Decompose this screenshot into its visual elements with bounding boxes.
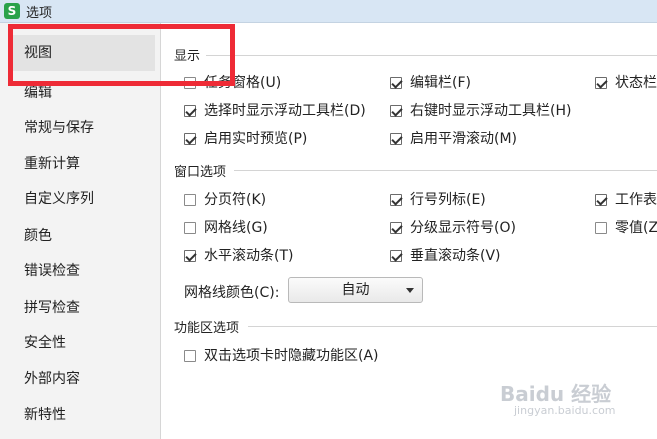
option-task-pane[interactable]: 任务窗格(U) (184, 72, 281, 92)
option-vertical-scrollbar[interactable]: 垂直滚动条(V) (390, 245, 501, 265)
sidebar-item-general-save[interactable]: 常规与保存 (0, 110, 160, 146)
option-smooth-scroll[interactable]: 启用平滑滚动(M) (390, 128, 517, 148)
zero-values-checkbox[interactable] (595, 222, 607, 234)
sidebar-item-new-features[interactable]: 新特性 (0, 397, 160, 433)
option-outline-symbols[interactable]: 分级显示符号(O) (390, 217, 516, 237)
option-float-toolbar-select[interactable]: 选择时显示浮动工具栏(D) (184, 100, 366, 120)
sidebar-item-edit[interactable]: 编辑 (0, 75, 160, 111)
status-bar-checkbox[interactable] (595, 77, 607, 89)
option-sheet-tabs[interactable]: 工作表 (595, 189, 657, 209)
option-page-breaks[interactable]: 分页符(K) (184, 189, 266, 209)
vertical-scrollbar-checkbox[interactable] (390, 250, 402, 262)
page-breaks-checkbox[interactable] (184, 194, 196, 206)
gridlines-checkbox[interactable] (184, 222, 196, 234)
sidebar-item-error-checking[interactable]: 错误检查 (0, 253, 160, 289)
sidebar-item-custom-lists[interactable]: 自定义序列 (0, 181, 160, 217)
ribbon-group-title: 功能区选项 (174, 321, 240, 336)
ribbon-divider (248, 326, 657, 327)
gridline-color-select[interactable]: 自动 (288, 277, 423, 303)
horizontal-scrollbar-checkbox[interactable] (184, 250, 196, 262)
sidebar-item-colors[interactable]: 颜色 (0, 218, 160, 254)
title-bar: S 选项 (0, 0, 657, 23)
float-toolbar-rightclick-checkbox[interactable] (390, 105, 402, 117)
option-status-bar[interactable]: 状态栏 (595, 72, 657, 92)
option-float-toolbar-rightclick[interactable]: 右键时显示浮动工具栏(H) (390, 100, 571, 120)
hide-ribbon-checkbox[interactable] (184, 350, 196, 362)
display-divider (206, 55, 657, 56)
display-group-title: 显示 (174, 49, 201, 64)
task-pane-checkbox[interactable] (184, 77, 196, 89)
gridline-color-label: 网格线颜色(C): (184, 285, 280, 301)
option-horizontal-scrollbar[interactable]: 水平滚动条(T) (184, 245, 293, 265)
sidebar-item-spell-check[interactable]: 拼写检查 (0, 290, 160, 326)
sidebar-item-security[interactable]: 安全性 (0, 325, 160, 361)
chevron-down-icon (406, 288, 414, 293)
gridline-color-value: 自动 (341, 282, 370, 298)
window-options-divider (234, 170, 657, 171)
live-preview-checkbox[interactable] (184, 133, 196, 145)
row-col-headers-checkbox[interactable] (390, 194, 402, 206)
window-options-group-title: 窗口选项 (174, 165, 227, 180)
smooth-scroll-checkbox[interactable] (390, 133, 402, 145)
window-title: 选项 (26, 6, 53, 21)
option-row-col-headers[interactable]: 行号列标(E) (390, 189, 486, 209)
sidebar-item-recalculate[interactable]: 重新计算 (0, 146, 160, 182)
outline-symbols-checkbox[interactable] (390, 222, 402, 234)
option-formula-bar[interactable]: 编辑栏(F) (390, 72, 471, 92)
app-logo-icon: S (4, 3, 20, 19)
float-toolbar-select-checkbox[interactable] (184, 105, 196, 117)
option-hide-ribbon-doubleclick[interactable]: 双击选项卡时隐藏功能区(A) (184, 345, 379, 365)
option-gridlines[interactable]: 网格线(G) (184, 217, 268, 237)
option-zero-values[interactable]: 零值(Z (595, 217, 657, 237)
sidebar: 视图 编辑 常规与保存 重新计算 自定义序列 颜色 错误检查 拼写检查 安全性 … (0, 23, 161, 439)
formula-bar-checkbox[interactable] (390, 77, 402, 89)
sidebar-item-view[interactable]: 视图 (10, 35, 155, 71)
options-panel: 显示 任务窗格(U) 编辑栏(F) 状态栏 选择时显示浮动工具栏(D) 右键时显… (160, 23, 657, 439)
option-live-preview[interactable]: 启用实时预览(P) (184, 128, 307, 148)
sidebar-item-external-content[interactable]: 外部内容 (0, 361, 160, 397)
sheet-tabs-checkbox[interactable] (595, 194, 607, 206)
